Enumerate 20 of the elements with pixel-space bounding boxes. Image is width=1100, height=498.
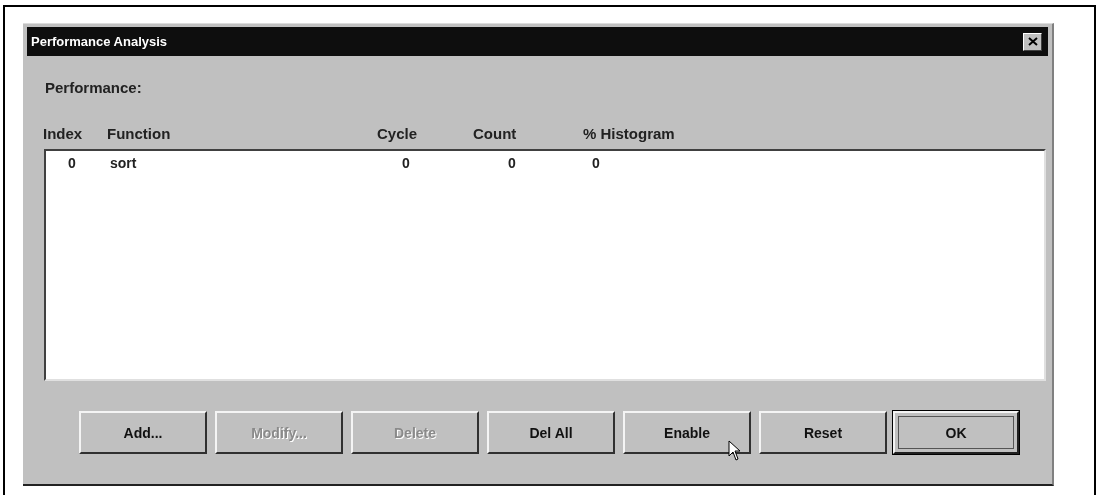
column-header: Function [107, 125, 172, 144]
window-title: Performance Analysis [31, 34, 168, 49]
table-cell-text: 0 [507, 155, 517, 171]
close-button[interactable] [1023, 32, 1042, 51]
dialog-button[interactable]: Add... [79, 411, 207, 454]
column-header: Cycle [377, 125, 419, 144]
table-cell-text: 0 [591, 155, 601, 171]
close-icon [1027, 37, 1038, 46]
column-header: % Histogram [583, 125, 676, 144]
pointer-icon [728, 440, 742, 462]
dialog-button[interactable]: Del All [487, 411, 615, 454]
table-cell-text: 0 [401, 155, 411, 171]
column-header: Index [43, 125, 84, 144]
table-cell-text: sort [110, 155, 138, 171]
column-header: Count [473, 125, 518, 144]
table-cell-text: 0 [67, 155, 77, 171]
performance-list[interactable]: 0 sort 0 0 0 [44, 149, 1046, 381]
dialog-button[interactable]: OK [893, 411, 1019, 454]
section-label: Performance: [45, 79, 143, 98]
dialog-button[interactable]: Reset [759, 411, 887, 454]
